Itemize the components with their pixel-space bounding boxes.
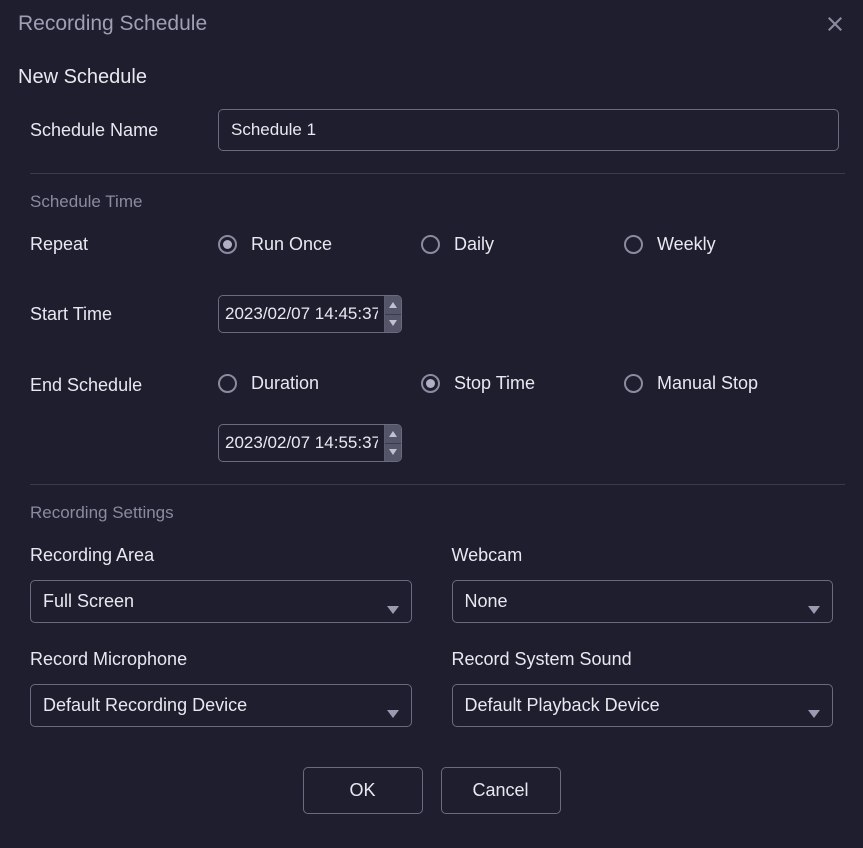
radio-icon xyxy=(218,235,237,254)
select-value: Full Screen xyxy=(43,591,134,611)
radio-label: Daily xyxy=(454,234,494,255)
select-value: Default Playback Device xyxy=(465,695,660,715)
stop-time-up-button[interactable] xyxy=(385,425,401,444)
system-sound-select[interactable]: Default Playback Device xyxy=(452,684,834,727)
start-time-up-button[interactable] xyxy=(385,296,401,315)
start-time-spinner xyxy=(384,296,401,332)
dialog-title: Recording Schedule xyxy=(18,12,207,36)
repeat-label: Repeat xyxy=(18,234,218,255)
recording-schedule-dialog: Recording Schedule New Schedule Schedule… xyxy=(0,0,863,848)
chevron-down-icon xyxy=(387,598,399,606)
webcam-select[interactable]: None xyxy=(452,580,834,623)
chevron-up-icon xyxy=(389,302,397,308)
radio-icon xyxy=(421,374,440,393)
radio-icon xyxy=(624,374,643,393)
chevron-down-icon xyxy=(387,702,399,710)
close-icon xyxy=(828,17,842,31)
stop-time-spinner xyxy=(384,425,401,461)
start-time-down-button[interactable] xyxy=(385,315,401,333)
repeat-daily-radio[interactable]: Daily xyxy=(421,234,624,255)
chevron-down-icon xyxy=(808,598,820,606)
radio-icon xyxy=(624,235,643,254)
divider xyxy=(30,173,845,174)
ok-button[interactable]: OK xyxy=(303,767,423,814)
microphone-label: Record Microphone xyxy=(30,649,412,670)
radio-icon xyxy=(218,374,237,393)
radio-label: Stop Time xyxy=(454,373,535,394)
dialog-buttons: OK Cancel xyxy=(18,767,845,814)
start-time-label: Start Time xyxy=(18,304,218,325)
schedule-name-input[interactable] xyxy=(218,109,839,151)
chevron-up-icon xyxy=(389,431,397,437)
end-schedule-row: End Schedule Duration Stop Time Manual S… xyxy=(18,373,845,462)
titlebar: Recording Schedule xyxy=(0,0,863,46)
webcam-label: Webcam xyxy=(452,545,834,566)
new-schedule-header: New Schedule xyxy=(18,66,845,89)
radio-label: Run Once xyxy=(251,234,332,255)
chevron-down-icon xyxy=(389,449,397,455)
radio-label: Manual Stop xyxy=(657,373,758,394)
recording-area-label: Recording Area xyxy=(30,545,412,566)
select-value: None xyxy=(465,591,508,611)
stop-time-input[interactable] xyxy=(219,425,384,461)
radio-label: Weekly xyxy=(657,234,716,255)
chevron-down-icon xyxy=(808,702,820,710)
radio-label: Duration xyxy=(251,373,319,394)
system-sound-label: Record System Sound xyxy=(452,649,834,670)
start-time-row: Start Time xyxy=(18,295,845,333)
divider xyxy=(30,484,845,485)
settings-row-2: Record Microphone Default Recording Devi… xyxy=(18,649,845,727)
dialog-content: New Schedule Schedule Name Schedule Time… xyxy=(0,46,863,848)
end-stop-time-radio[interactable]: Stop Time xyxy=(421,373,624,394)
stop-time-input-wrap xyxy=(218,424,402,462)
microphone-select[interactable]: Default Recording Device xyxy=(30,684,412,727)
recording-area-select[interactable]: Full Screen xyxy=(30,580,412,623)
recording-settings-heading: Recording Settings xyxy=(30,503,845,523)
start-time-input[interactable] xyxy=(219,296,384,332)
close-button[interactable] xyxy=(825,14,845,34)
schedule-name-label: Schedule Name xyxy=(18,120,218,141)
settings-row-1: Recording Area Full Screen Webcam None xyxy=(18,545,845,623)
repeat-run-once-radio[interactable]: Run Once xyxy=(218,234,421,255)
chevron-down-icon xyxy=(389,320,397,326)
schedule-name-row: Schedule Name xyxy=(18,109,845,151)
end-schedule-label: End Schedule xyxy=(18,373,218,396)
end-manual-stop-radio[interactable]: Manual Stop xyxy=(624,373,827,394)
select-value: Default Recording Device xyxy=(43,695,247,715)
repeat-row: Repeat Run Once Daily Weekly xyxy=(18,234,845,255)
radio-icon xyxy=(421,235,440,254)
repeat-weekly-radio[interactable]: Weekly xyxy=(624,234,827,255)
start-time-input-wrap xyxy=(218,295,402,333)
schedule-time-heading: Schedule Time xyxy=(30,192,845,212)
stop-time-down-button[interactable] xyxy=(385,444,401,462)
cancel-button[interactable]: Cancel xyxy=(441,767,561,814)
end-duration-radio[interactable]: Duration xyxy=(218,373,421,394)
